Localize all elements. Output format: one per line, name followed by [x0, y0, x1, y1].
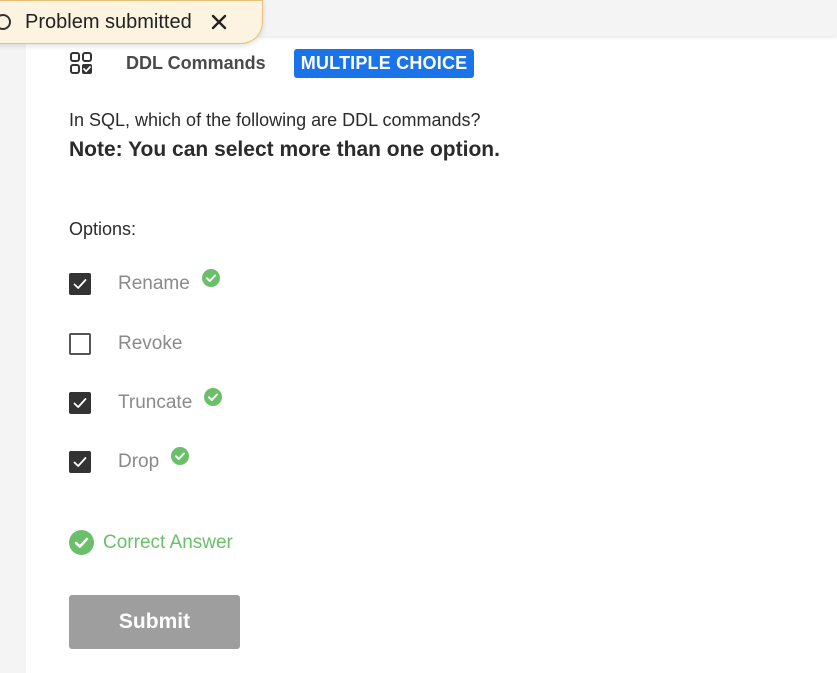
problem-title: DDL Commands [126, 52, 266, 73]
toast-notification: Problem submitted [0, 0, 263, 44]
option-label[interactable]: Drop [118, 451, 159, 473]
question-note: Note: You can select more than one optio… [69, 138, 500, 161]
left-gutter [0, 0, 26, 673]
result-text: Correct Answer [103, 531, 233, 553]
option-revoke[interactable]: Revoke [69, 330, 182, 358]
circle-icon [0, 14, 11, 30]
option-label[interactable]: Rename [118, 273, 190, 295]
close-icon[interactable] [210, 13, 228, 31]
toast-message: Problem submitted [25, 10, 192, 33]
options-label: Options: [69, 219, 137, 239]
checkmark-icon [73, 457, 87, 467]
option-checkbox[interactable] [69, 392, 91, 414]
check-circle-icon [201, 269, 220, 287]
check-circle-icon [69, 530, 94, 555]
option-checkbox[interactable] [69, 451, 91, 473]
option-rename[interactable]: Rename [69, 269, 220, 298]
problem-header: DDL Commands MULTIPLE CHOICE [69, 47, 475, 79]
question-text: In SQL, which of the following are DDL c… [69, 110, 481, 130]
option-truncate[interactable]: Truncate [69, 388, 223, 417]
option-checkbox[interactable] [69, 333, 91, 355]
result-status: Correct Answer [69, 530, 233, 555]
check-circle-icon [204, 388, 223, 406]
check-circle-icon [171, 447, 190, 465]
submit-button[interactable]: Submit [69, 595, 240, 649]
checkmark-icon [73, 279, 87, 289]
grid-check-icon [69, 51, 93, 75]
checkmark-icon [73, 398, 87, 408]
question-type-badge: MULTIPLE CHOICE [293, 48, 475, 78]
option-checkbox[interactable] [69, 273, 91, 295]
option-label[interactable]: Truncate [118, 392, 192, 414]
option-label[interactable]: Revoke [118, 333, 182, 355]
option-drop[interactable]: Drop [69, 447, 190, 476]
